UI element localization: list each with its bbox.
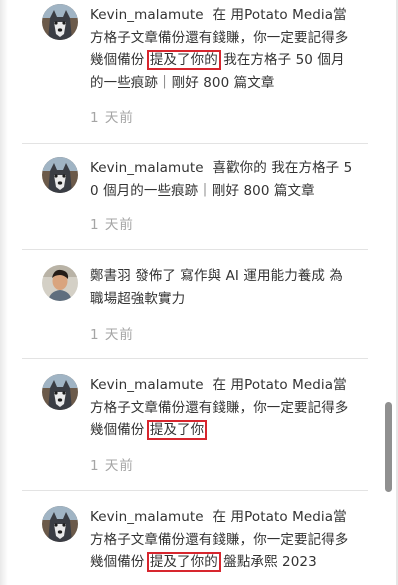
notification-time: 1 天前 — [90, 327, 134, 343]
notification-text: Kevin_malamute 在 用Potato Media當方格子文章備份還有… — [90, 4, 355, 94]
notification-username[interactable]: Kevin_malamute — [90, 377, 204, 393]
mention-highlight: 提及了你 — [146, 420, 208, 440]
notification-username[interactable]: Kevin_malamute — [90, 7, 204, 23]
notification-text: Kevin_malamute 在 用Potato Media當方格子文章備份還有… — [90, 374, 355, 442]
panel-shadow-left — [0, 0, 8, 585]
notification-item[interactable]: Kevin_malamute 在 用Potato Media當方格子文章備份還有… — [22, 359, 368, 489]
mention-highlight: 提及了你的 — [146, 552, 221, 572]
notification-time: 1 天前 — [90, 458, 134, 474]
husky-avatar[interactable] — [42, 374, 78, 410]
notification-article[interactable]: 盤點承熙 2023 — [223, 554, 317, 570]
notification-item[interactable]: Kevin_malamute 在 用Potato Media當方格子文章備份還有… — [22, 0, 368, 143]
notification-list: Kevin_malamute 在 用Potato Media當方格子文章備份還有… — [22, 0, 368, 585]
scrollbar-thumb[interactable] — [385, 402, 392, 492]
notification-time: 1 天前 — [90, 217, 134, 233]
husky-avatar[interactable] — [42, 157, 78, 193]
person-avatar[interactable] — [42, 265, 78, 301]
scrollbar-track[interactable] — [383, 0, 393, 585]
notification-username[interactable]: Kevin_malamute — [90, 160, 204, 176]
mention-highlight: 提及了你的 — [146, 50, 221, 70]
husky-avatar[interactable] — [42, 4, 78, 40]
husky-avatar[interactable] — [42, 506, 78, 542]
notification-username[interactable]: 鄭書羽 — [90, 268, 131, 284]
notification-text: Kevin_malamute 喜歡你的 我在方格子 50 個月的一些痕跡｜剛好 … — [90, 157, 355, 202]
notification-item[interactable]: Kevin_malamute 在 用Potato Media當方格子文章備份還有… — [22, 491, 368, 585]
notification-item[interactable]: Kevin_malamute 喜歡你的 我在方格子 50 個月的一些痕跡｜剛好 … — [22, 144, 368, 249]
notification-item[interactable]: 鄭書羽 發佈了 寫作與 AI 運用能力養成 為職場超強軟實力 1 天前 — [22, 250, 368, 358]
notification-username[interactable]: Kevin_malamute — [90, 509, 204, 525]
notification-time: 1 天前 — [90, 110, 134, 126]
notification-panel: Kevin_malamute 在 用Potato Media當方格子文章備份還有… — [0, 0, 398, 585]
notification-text: Kevin_malamute 在 用Potato Media當方格子文章備份還有… — [90, 506, 355, 574]
notification-text: 鄭書羽 發佈了 寫作與 AI 運用能力養成 為職場超強軟實力 — [90, 265, 355, 310]
